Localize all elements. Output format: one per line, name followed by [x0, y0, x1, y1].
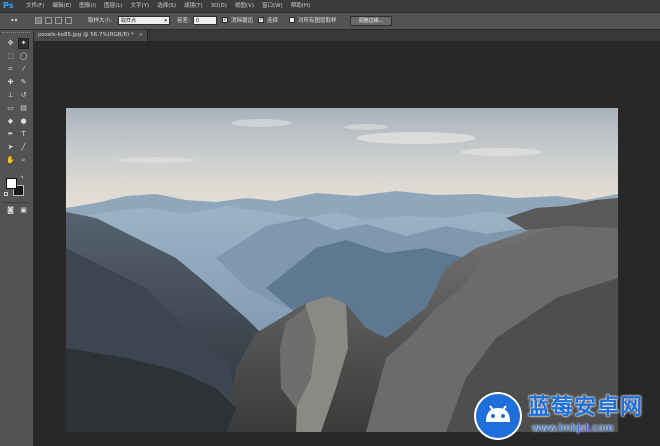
options-bar: ✦▾ 取样大小: 取样点 ▾ 容差: 0 ✓ 消除锯齿 ✓ 连续 对所有图层取样…	[0, 13, 660, 30]
lasso-tool-icon[interactable]: ◯	[18, 51, 29, 62]
contiguous-label: 连续	[267, 18, 279, 24]
close-icon[interactable]: ×	[138, 32, 143, 38]
tolerance-input[interactable]: 0	[193, 16, 217, 25]
refine-edge-button[interactable]: 调整边缘...	[350, 16, 392, 26]
document-tab-strip: pexels-ko85.jpg @ 56.7%(RGB/8) * ×	[34, 30, 660, 41]
anti-alias-label: 消除锯齿	[231, 18, 254, 24]
sample-all-layers-label: 对所有图层取样	[298, 18, 337, 24]
swap-colors-icon[interactable]: ↰	[20, 175, 24, 181]
photoshop-logo[interactable]: Ps	[3, 1, 13, 11]
line-tool-icon[interactable]: ╱	[18, 142, 29, 153]
history-brush-tool-icon[interactable]: ↺	[18, 90, 29, 101]
sample-size-select[interactable]: 取样点 ▾	[118, 16, 170, 25]
screen-mode-icon[interactable]: ▣	[18, 205, 29, 216]
menu-edit[interactable]: 编辑(E)	[48, 0, 75, 12]
anti-alias-checkbox[interactable]: ✓	[222, 17, 228, 23]
menu-3d[interactable]: 3D(D)	[207, 0, 231, 12]
foreground-color-swatch[interactable]	[6, 178, 17, 189]
tolerance-label: 容差:	[177, 18, 190, 24]
chevron-down-icon: ▾	[164, 18, 167, 24]
add-to-selection-icon[interactable]	[45, 17, 52, 24]
document-tab[interactable]: pexels-ko85.jpg @ 56.7%(RGB/8) * ×	[34, 30, 149, 41]
healing-brush-tool-icon[interactable]: ✚	[5, 77, 16, 88]
menu-file[interactable]: 文件(F)	[22, 0, 48, 12]
menu-type[interactable]: 文字(Y)	[127, 0, 154, 12]
menu-items: 文件(F) 编辑(E) 图像(I) 图层(L) 文字(Y) 选择(S) 滤镜(T…	[22, 0, 314, 12]
toolbox-grip[interactable]	[2, 32, 30, 36]
menu-select[interactable]: 选择(S)	[153, 0, 180, 12]
sample-size-value: 取样点	[121, 18, 137, 24]
magic-wand-tool-icon[interactable]: ✦	[18, 38, 29, 49]
gradient-tool-icon[interactable]: ▤	[18, 103, 29, 114]
menu-image[interactable]: 图像(I)	[75, 0, 100, 12]
document-tab-title: pexels-ko85.jpg @ 56.7%(RGB/8) *	[38, 32, 134, 38]
marquee-tool-icon[interactable]: ⬚	[5, 51, 16, 62]
menu-help[interactable]: 帮助(H)	[287, 0, 314, 12]
new-selection-icon[interactable]	[35, 17, 42, 24]
watermark-title: 蓝莓安卓网	[528, 395, 644, 420]
menu-layer[interactable]: 图层(L)	[100, 0, 126, 12]
sample-size-label: 取样大小:	[88, 18, 112, 24]
path-selection-tool-icon[interactable]: ➤	[5, 142, 16, 153]
menu-window[interactable]: 窗口(W)	[258, 0, 287, 12]
eyedropper-tool-icon[interactable]: ⁄	[18, 64, 29, 75]
menu-filter[interactable]: 滤镜(T)	[180, 0, 207, 12]
crop-tool-icon[interactable]: ⌗	[5, 64, 16, 75]
android-robot-logo-image	[476, 394, 520, 438]
dodge-tool-icon[interactable]: ●	[18, 116, 29, 127]
move-tool-icon[interactable]: ✥	[5, 38, 16, 49]
eraser-tool-icon[interactable]: ▭	[5, 103, 16, 114]
contiguous-checkbox[interactable]: ✓	[258, 17, 264, 23]
toolbox-divider	[3, 202, 29, 203]
watermark: 蓝莓安卓网 www.lmkjst.com	[466, 384, 660, 446]
menu-view[interactable]: 视图(V)	[231, 0, 258, 12]
menu-bar: Ps 文件(F) 编辑(E) 图像(I) 图层(L) 文字(Y) 选择(S) 滤…	[0, 0, 660, 13]
android-robot-logo	[474, 392, 522, 440]
watermark-url: www.lmkjst.com	[532, 423, 614, 434]
toolbox: ✥ ✦ ⬚ ◯ ⌗ ⁄ ✚ ✎ ⊥ ↺ ▭ ▤ ◆ ● ✒ T ➤ ╱ ✋ ⌕ ↰ ◙ ▣	[0, 30, 34, 446]
hand-tool-icon[interactable]: ✋	[5, 155, 16, 166]
brush-tool-icon[interactable]: ✎	[18, 77, 29, 88]
intersect-selection-icon[interactable]	[65, 17, 72, 24]
default-colors-icon[interactable]	[4, 192, 8, 196]
sample-all-layers-checkbox[interactable]	[289, 17, 295, 23]
quick-mask-icon[interactable]: ◙	[5, 205, 16, 216]
zoom-tool-icon[interactable]: ⌕	[18, 155, 29, 166]
magic-wand-preset-icon: ✦▾	[10, 18, 18, 24]
blur-tool-icon[interactable]: ◆	[5, 116, 16, 127]
clone-stamp-tool-icon[interactable]: ⊥	[5, 90, 16, 101]
tool-preset-picker[interactable]: ✦▾	[10, 13, 17, 29]
subtract-from-selection-icon[interactable]	[55, 17, 62, 24]
pen-tool-icon[interactable]: ✒	[5, 129, 16, 140]
type-tool-icon[interactable]: T	[18, 129, 29, 140]
